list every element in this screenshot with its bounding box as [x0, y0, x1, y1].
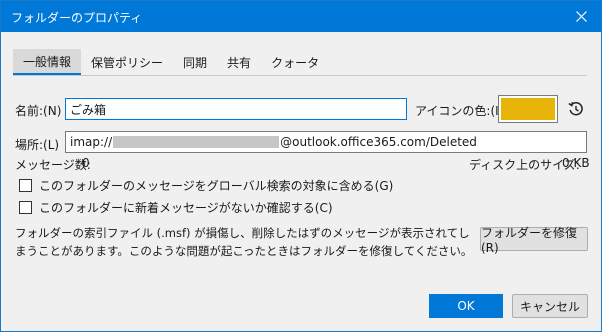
location-prefix: imap:// — [70, 135, 113, 149]
folder-properties-dialog: フォルダーのプロパティ 一般情報 保管ポリシー 同期 共有 クォータ 名前:(N… — [0, 0, 602, 332]
tab-divider — [13, 75, 587, 76]
reset-icon — [568, 101, 583, 116]
icon-color-label: アイコンの色:(I) — [415, 104, 504, 118]
message-count-label: メッセージ数: — [15, 158, 91, 172]
disk-size-value: 0 KB — [562, 156, 590, 170]
global-search-option[interactable]: このフォルダーのメッセージをグローバル検索の対象に含める(G) — [19, 177, 393, 194]
tab-retention-policy[interactable]: 保管ポリシー — [81, 49, 173, 75]
repair-description: フォルダーの索引ファイル (.msf) が損傷し、削除したはずのメッセージが表示… — [15, 226, 473, 258]
location-label: 場所:(L) — [15, 138, 60, 152]
check-new-messages-checkbox[interactable] — [19, 201, 32, 214]
name-label: 名前:(N) — [15, 104, 62, 118]
name-field-value: ごみ箱 — [70, 102, 107, 117]
close-icon — [575, 11, 587, 22]
icon-color-fill — [501, 98, 555, 120]
reset-color-button[interactable] — [566, 99, 586, 119]
cancel-button[interactable]: キャンセル — [512, 294, 588, 318]
repair-folder-button[interactable]: フォルダーを修復(R) — [480, 226, 588, 255]
check-new-messages-option[interactable]: このフォルダーに新着メッセージがないか確認する(C) — [19, 199, 333, 216]
check-new-messages-checkbox-label: このフォルダーに新着メッセージがないか確認する(C) — [39, 201, 333, 215]
location-suffix: @outlook.office365.com/Deleted — [280, 135, 477, 149]
tab-strip: 一般情報 保管ポリシー 同期 共有 クォータ — [13, 49, 329, 75]
redacted-account — [113, 136, 280, 148]
global-search-checkbox[interactable] — [19, 179, 32, 192]
close-button[interactable] — [561, 1, 601, 32]
global-search-checkbox-label: このフォルダーのメッセージをグローバル検索の対象に含める(G) — [39, 179, 394, 193]
tab-general[interactable]: 一般情報 — [13, 49, 82, 75]
tab-sync[interactable]: 同期 — [173, 49, 217, 75]
title-bar: フォルダーのプロパティ — [1, 1, 601, 32]
tab-quota[interactable]: クォータ — [261, 49, 329, 75]
icon-color-picker[interactable] — [498, 95, 558, 123]
window-title: フォルダーのプロパティ — [11, 11, 143, 25]
location-field[interactable]: imap:// @outlook.office365.com/Deleted — [65, 131, 587, 153]
tab-sharing[interactable]: 共有 — [217, 49, 261, 75]
message-count-value: 0 — [82, 156, 90, 170]
name-field[interactable]: ごみ箱 — [65, 98, 407, 120]
ok-button[interactable]: OK — [429, 294, 503, 318]
